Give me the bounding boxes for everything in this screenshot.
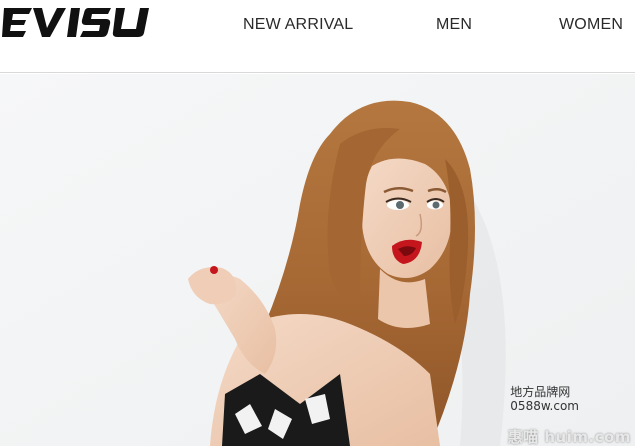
- watermark-huim: 惠喵 huim.com: [507, 428, 631, 446]
- watermark-line2: 0588w.com: [510, 399, 579, 413]
- watermark-line1: 地方品牌网: [510, 385, 571, 399]
- nav-men[interactable]: MEN: [436, 16, 472, 34]
- evisu-logo[interactable]: [2, 4, 160, 40]
- nav-new-arrival[interactable]: NEW ARRIVAL: [243, 16, 353, 34]
- nav-women[interactable]: WOMEN: [559, 16, 623, 34]
- logo-wordmark: [2, 8, 149, 37]
- site-header: NEW ARRIVAL MEN WOMEN: [0, 0, 635, 73]
- watermark-site: 地方品牌网 0588w.com: [510, 385, 579, 413]
